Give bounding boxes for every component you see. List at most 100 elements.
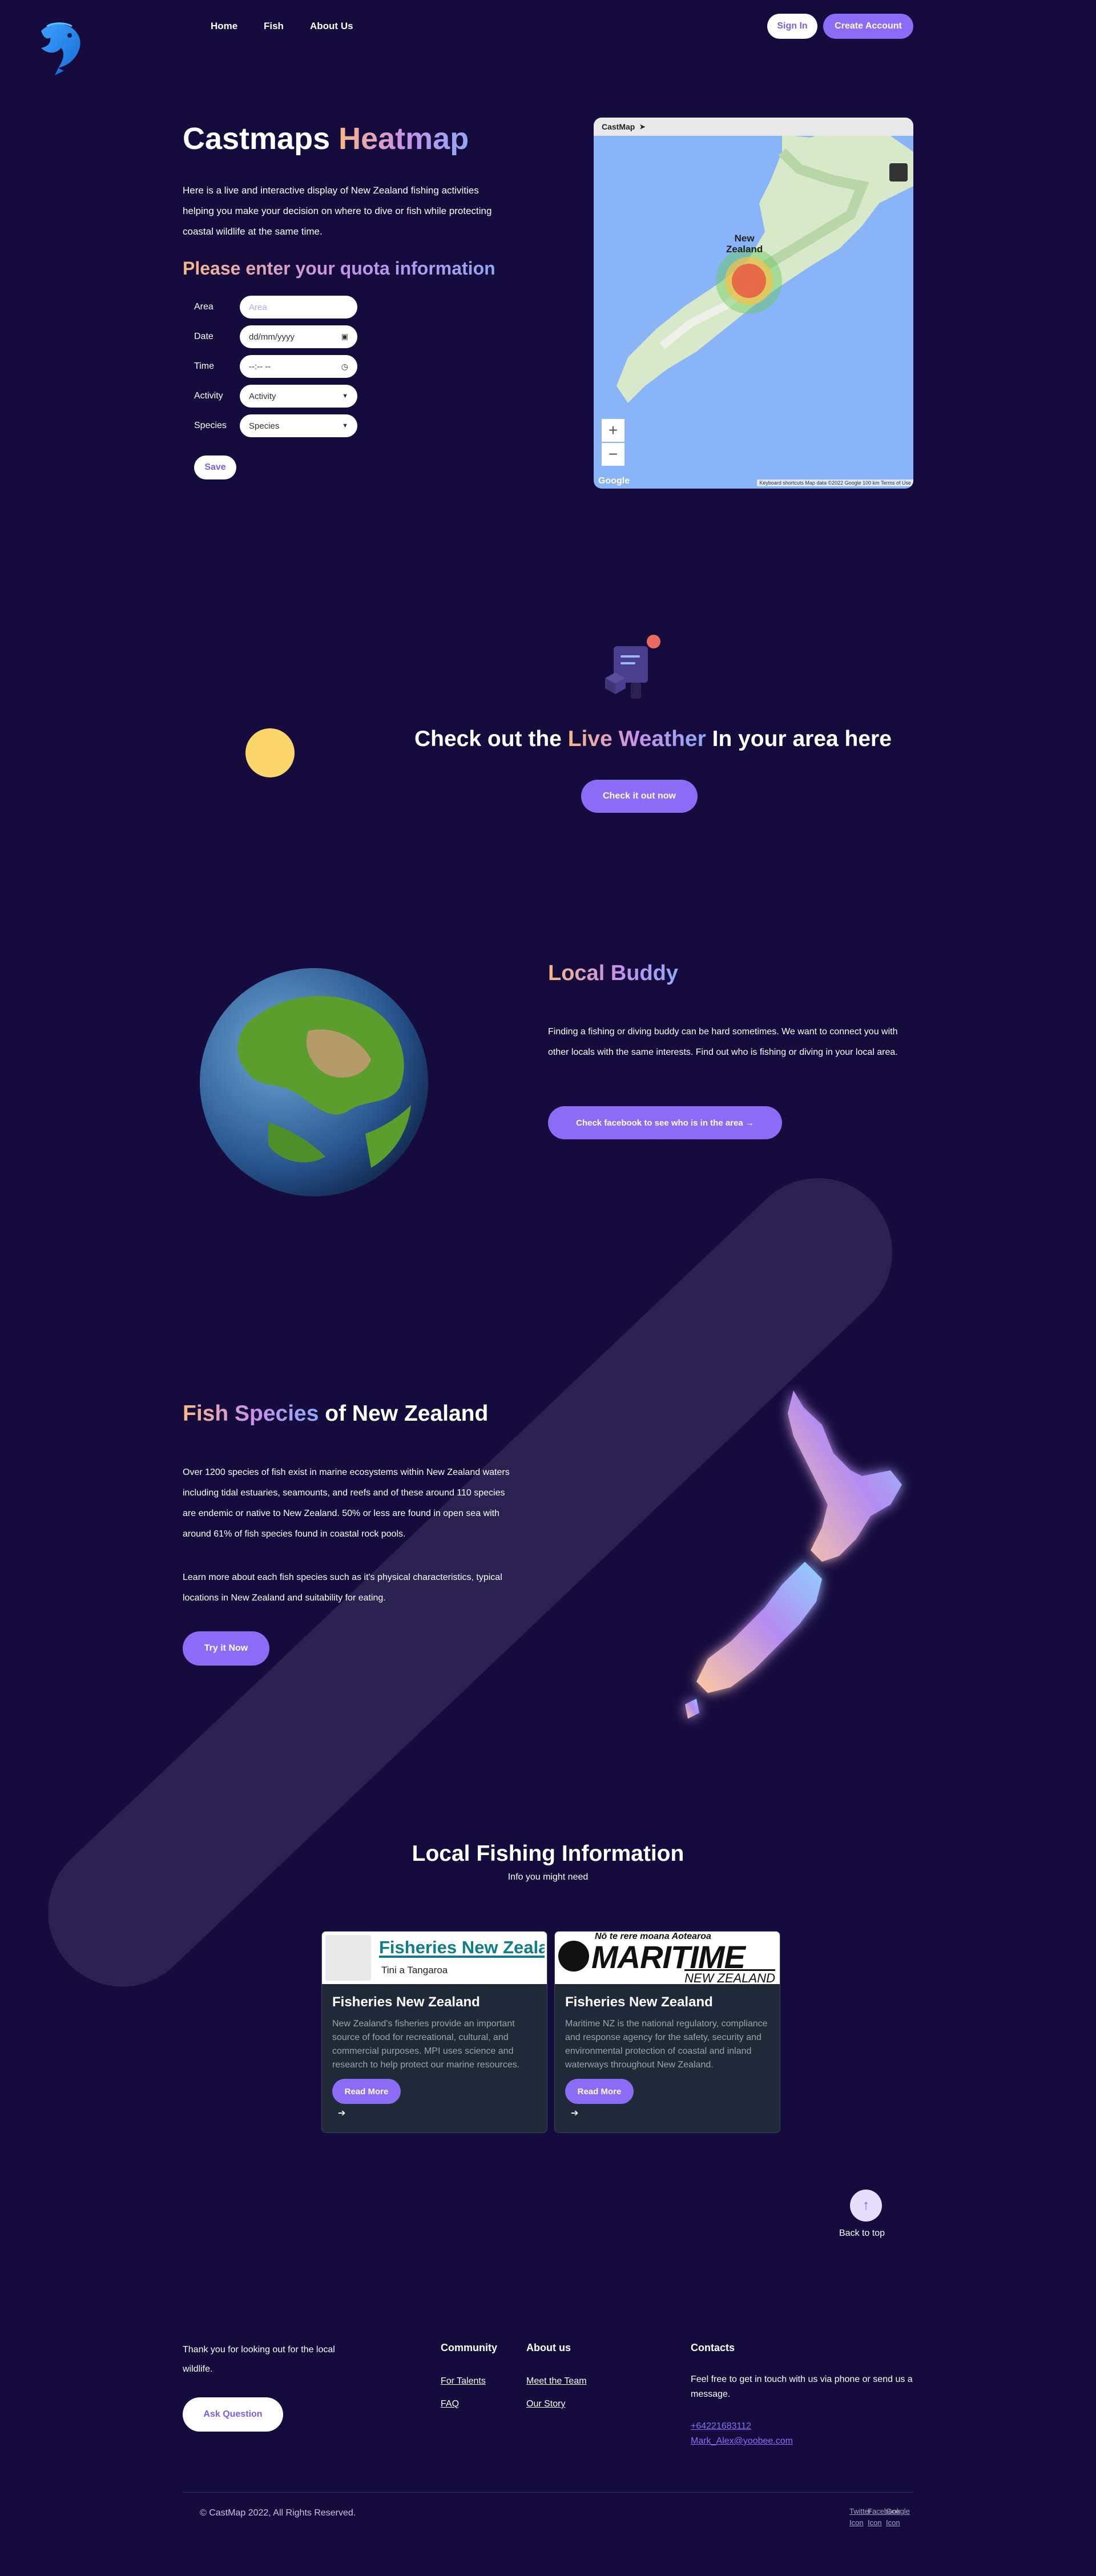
footer-email-link[interactable]: Mark_Alex@yoobee.com — [691, 2436, 793, 2446]
chevron-down-icon: ▼ — [342, 422, 348, 429]
google-icon[interactable]: Google Icon — [886, 2506, 910, 2529]
sun-icon — [245, 728, 295, 777]
read-more-button[interactable]: Read More — [332, 2079, 401, 2104]
card-title: Fisheries New Zealand — [332, 1994, 480, 2010]
quota-title: Please enter your quota information — [183, 258, 495, 279]
map-country-label-2: Zealand — [726, 244, 763, 255]
heatmap-title-plain: Castmaps — [183, 122, 331, 156]
footer-divider — [183, 2492, 913, 2493]
footer-link-faq[interactable]: FAQ — [441, 2399, 459, 2409]
fish-learn-text: Learn more about each fish species such … — [183, 1573, 502, 1603]
nav-home-link[interactable]: Home — [211, 21, 237, 32]
zoom-out-button[interactable]: − — [602, 443, 624, 466]
save-button[interactable]: Save — [194, 455, 236, 479]
date-row: Date dd/mm/yyyy ▣ — [194, 325, 357, 348]
nz-coat-of-arms-icon — [325, 1935, 371, 1981]
copyright-text: © CastMap 2022, All Rights Reserved. — [200, 2508, 356, 2518]
fisheries-logo-sub: Tini a Tangaroa — [381, 1965, 448, 1976]
species-label: Species — [194, 421, 227, 430]
footer-contact-text: Feel free to get in touch with us via ph… — [691, 2375, 913, 2399]
sign-in-button[interactable]: Sign In — [767, 14, 817, 39]
map-canvas[interactable] — [594, 118, 913, 489]
fish-title-after: of New Zealand — [325, 1401, 489, 1426]
fisheries-logo-title: Fisheries New Zealand — [379, 1937, 545, 1958]
time-label: Time — [194, 361, 214, 371]
weather-title-before: Check out the — [414, 727, 562, 751]
zoom-in-button[interactable]: + — [602, 419, 624, 442]
area-row: Area Area — [194, 296, 357, 319]
species-select[interactable]: Species ▼ — [240, 414, 357, 437]
facebook-buddy-button[interactable]: Check facebook to see who is in the area… — [548, 1106, 782, 1139]
card-title: Fisheries New Zealand — [565, 1994, 713, 2010]
footer-link-our-story[interactable]: Our Story — [526, 2399, 565, 2409]
castmap-logo — [41, 22, 80, 75]
heatmap-title-accent: Heatmap — [339, 122, 469, 156]
footer-phone-link[interactable]: +64221683112 — [691, 2421, 751, 2432]
maritime-emblem-icon — [558, 1941, 589, 1972]
try-it-now-button[interactable]: Try it Now — [183, 1631, 269, 1666]
calendar-icon[interactable]: ▣ — [341, 332, 348, 341]
buddy-title: Local Buddy — [548, 961, 679, 985]
area-label: Area — [194, 302, 213, 312]
arrow-right-icon[interactable]: ➔ — [565, 2107, 769, 2119]
weather-title-accent: Live Weather — [567, 727, 706, 751]
species-value: Species — [249, 421, 280, 431]
local-info-title: Local Fishing Information — [412, 1841, 684, 1866]
date-value: dd/mm/yyyy — [249, 332, 295, 342]
card-text: Maritime NZ is the national regulatory, … — [565, 2019, 768, 2070]
fish-species-title: Fish Species of New Zealand — [183, 1401, 488, 1426]
map-country-label-1: New — [734, 233, 755, 244]
nav-fish-link[interactable]: Fish — [264, 21, 284, 32]
footer-link-meet-team[interactable]: Meet the Team — [526, 2376, 587, 2386]
time-input[interactable]: --:-- -- ◷ — [240, 355, 357, 378]
share-arrow-icon[interactable]: ➤ — [639, 123, 645, 131]
earth-globe-image — [200, 968, 428, 1196]
activity-value: Activity — [249, 391, 276, 401]
weather-illustration-icon — [605, 635, 660, 699]
fisheries-logo-image: Fisheries New Zealand Tini a Tangaroa — [322, 1932, 547, 1984]
heatmap-intro: Here is a live and interactive display o… — [183, 185, 492, 237]
fullscreen-icon[interactable] — [889, 163, 908, 182]
footer-community-heading: Community — [441, 2342, 497, 2353]
footer-link-for-talents[interactable]: For Talents — [441, 2376, 486, 2386]
map-country-label: New Zealand — [726, 233, 763, 255]
activity-label: Activity — [194, 391, 223, 401]
time-value: --:-- -- — [249, 361, 271, 372]
date-label: Date — [194, 332, 213, 341]
weather-title: Check out the Live Weather In your area … — [414, 727, 892, 752]
create-account-button[interactable]: Create Account — [823, 14, 913, 39]
activity-select[interactable]: Activity ▼ — [240, 385, 357, 408]
maritime-logo-image: Nō te rere moana Aotearoa MARITIME NEW Z… — [555, 1932, 780, 1984]
local-info-subtitle: Info you might need — [507, 1872, 589, 1882]
area-input[interactable]: Area — [240, 296, 357, 319]
card-text: New Zealand's fisheries provide an impor… — [332, 2019, 520, 2070]
info-card-maritime: Nō te rere moana Aotearoa MARITIME NEW Z… — [554, 1931, 780, 2133]
fish-title-accent: Fish Species — [183, 1401, 319, 1426]
read-more-button[interactable]: Read More — [565, 2079, 634, 2104]
fish-species-text: Over 1200 species of fish exist in marin… — [183, 1468, 510, 1539]
map-title-bar: CastMap ➤ — [594, 118, 913, 136]
ask-question-button[interactable]: Ask Question — [183, 2397, 283, 2432]
weather-title-after: In your area here — [712, 727, 892, 751]
time-row: Time --:-- -- ◷ — [194, 355, 357, 378]
heatmap-map[interactable]: CastMap ➤ New Zealand + − Google Keyboar… — [594, 118, 913, 489]
arrow-right-icon[interactable]: ➔ — [332, 2107, 537, 2119]
card-body: Fisheries New Zealand Maritime NZ is the… — [555, 1984, 780, 2132]
species-row: Species Species ▼ — [194, 414, 357, 437]
back-to-top-label[interactable]: Back to top — [839, 2228, 885, 2239]
heatmap-title: Castmaps Heatmap — [183, 121, 469, 156]
clock-icon[interactable]: ◷ — [341, 362, 348, 372]
nav-about-link[interactable]: About Us — [310, 21, 353, 32]
chevron-down-icon: ▼ — [342, 393, 348, 400]
facebook-icon[interactable]: Facebook Icon — [868, 2506, 900, 2529]
twitter-icon[interactable]: Twitter Icon — [849, 2506, 871, 2529]
map-attribution[interactable]: Keyboard shortcuts Map data ©2022 Google… — [757, 479, 913, 486]
map-title: CastMap — [602, 122, 635, 131]
card-body: Fisheries New Zealand New Zealand's fish… — [322, 1984, 547, 2132]
footer-contacts-heading: Contacts — [691, 2342, 735, 2353]
check-weather-button[interactable]: Check it out now — [581, 780, 698, 813]
new-zealand-map-image — [685, 1390, 902, 1719]
back-to-top-button[interactable]: ↑ — [850, 2190, 882, 2222]
date-input[interactable]: dd/mm/yyyy ▣ — [240, 325, 357, 348]
info-card-fisheries: Fisheries New Zealand Tini a Tangaroa Fi… — [321, 1931, 547, 2133]
